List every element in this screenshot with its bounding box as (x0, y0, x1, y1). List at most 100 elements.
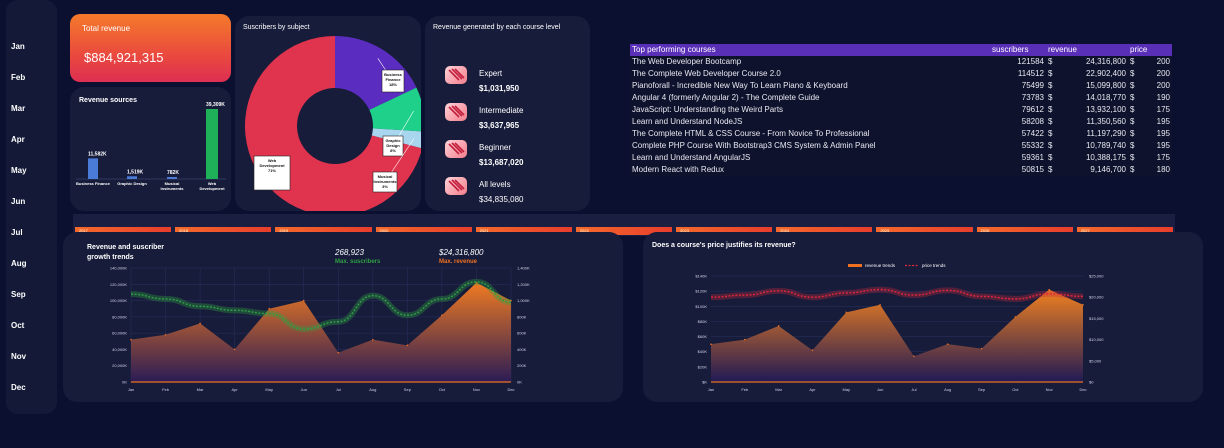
month-jan[interactable]: Jan (11, 42, 25, 51)
x-axis-tick: Jun (877, 387, 883, 392)
left-axis-tick: $100K (695, 304, 707, 309)
x-axis-tick: May (842, 387, 850, 392)
left-axis-tick: 40,000K (112, 347, 127, 352)
chevron-stripes-icon (448, 142, 465, 155)
currency-symbol: $ (1128, 56, 1143, 68)
month-dec[interactable]: Dec (11, 383, 26, 392)
level-icon (445, 66, 467, 84)
revenue-point (1014, 316, 1017, 318)
course-name: Learn and Understand NodeJS (630, 116, 990, 128)
course-price: 180 (1142, 164, 1172, 176)
left-axis-tick: 80,000K (112, 314, 127, 319)
legend-revenue-label: revenue trends (865, 263, 896, 268)
revenue-area[interactable] (711, 289, 1083, 382)
month-jul[interactable]: Jul (11, 228, 23, 237)
month-nov[interactable]: Nov (11, 352, 26, 361)
x-axis-tick: Jul (336, 387, 341, 392)
course-suscribers: 79612 (990, 104, 1046, 116)
legend-revenue-swatch (848, 264, 862, 267)
table-row[interactable]: The Complete HTML & CSS Course - From No… (630, 128, 1172, 140)
callout-text: 18% (389, 82, 397, 87)
course-name: Angular 4 (formerly Angular 2) - The Com… (630, 92, 990, 104)
course-revenue: 14,018,770 (1059, 92, 1128, 104)
currency-symbol: $ (1128, 104, 1143, 116)
max-suscribers-value: 268,923 (334, 248, 364, 257)
left-axis-tick: $140K (695, 274, 707, 279)
month-mar[interactable]: Mar (11, 104, 25, 113)
x-axis-tick: Mar (197, 387, 205, 392)
bar-business-finance[interactable] (88, 158, 98, 179)
table-row[interactable]: Pianoforall - Incredible New Way To Lear… (630, 80, 1172, 92)
course-suscribers: 59361 (990, 152, 1046, 164)
table-row[interactable]: Complete PHP Course With Bootstrap3 CMS … (630, 140, 1172, 152)
revenue-point (710, 343, 712, 345)
month-jun[interactable]: Jun (11, 197, 25, 206)
course-suscribers: 55332 (990, 140, 1046, 152)
bar-graphic-design[interactable] (127, 176, 137, 179)
course-name: Pianoforall - Incredible New Way To Lear… (630, 80, 990, 92)
month-sep[interactable]: Sep (11, 290, 26, 299)
table-row[interactable]: Angular 4 (formerly Angular 2) - The Com… (630, 92, 1172, 104)
header-suscribers: suscribers (990, 44, 1046, 56)
bar-musical-instruments[interactable] (167, 177, 177, 179)
table-row[interactable]: Learn and Understand NodeJS 58208 $11,350,… (630, 116, 1172, 128)
x-axis-tick: Jun (301, 387, 307, 392)
revenue-point (845, 311, 848, 314)
course-name: The Complete HTML & CSS Course - From No… (630, 128, 990, 140)
table-row[interactable]: Learn and Understand AngularJS 59361 $10,3… (630, 152, 1172, 164)
chevron-stripes-icon (448, 105, 465, 118)
x-axis-tick: Mar (775, 387, 783, 392)
month-apr[interactable]: Apr (11, 135, 25, 144)
table-row[interactable]: Modern React with Redux 50815 $9,146,700 $1… (630, 164, 1172, 176)
level-icon (445, 103, 467, 121)
x-axis-tick: Apr (809, 387, 816, 392)
x-axis-tick: Dec (507, 387, 514, 392)
growth-chart-title: Revenue and suscriber (87, 244, 164, 251)
right-axis-tick: 800K (517, 314, 527, 319)
left-axis-tick: 0K (122, 380, 127, 385)
course-revenue: 24,316,800 (1059, 56, 1128, 68)
month-oct[interactable]: Oct (11, 321, 24, 330)
level-revenue: $13,687,020 (479, 158, 524, 167)
course-name: JavaScript: Understanding the Weird Part… (630, 104, 990, 116)
table-row[interactable]: The Web Developer Bootcamp 121584 $24,316,… (630, 56, 1172, 68)
course-price: 190 (1142, 92, 1172, 104)
month-feb[interactable]: Feb (11, 73, 25, 82)
currency-symbol: $ (1128, 68, 1143, 80)
currency-symbol: $ (1046, 164, 1060, 176)
header-price: price (1128, 44, 1172, 56)
course-levels-card: Revenue generated by each course level E… (425, 16, 590, 211)
revenue-point (199, 322, 201, 325)
month-aug[interactable]: Aug (11, 259, 27, 268)
header-revenue: revenue (1046, 44, 1128, 56)
bar-web-development[interactable] (206, 109, 218, 179)
month-may[interactable]: May (11, 166, 27, 175)
left-axis-tick: $120K (695, 289, 707, 294)
currency-symbol: $ (1046, 92, 1060, 104)
course-price: 195 (1142, 116, 1172, 128)
level-name: Intermediate (479, 106, 524, 115)
revenue-point (268, 307, 270, 310)
subscribers-card: Suscribers by subject Business Finance 18%… (235, 16, 421, 211)
course-revenue: 15,099,800 (1059, 80, 1128, 92)
currency-symbol: $ (1046, 80, 1060, 92)
level-name: Expert (479, 69, 503, 78)
header-course: Top performing courses (630, 44, 990, 56)
max-revenue-value: $24,316,800 (438, 248, 484, 257)
level-icon (445, 177, 467, 195)
right-axis-tick: $15,000 (1089, 316, 1104, 321)
x-axis-tick: Oct (1012, 387, 1019, 392)
course-suscribers: 114512 (990, 68, 1046, 80)
x-axis-tick: Sep (404, 387, 412, 392)
course-name: Modern React with Redux (630, 164, 990, 176)
right-axis-tick: 1,200K (517, 282, 530, 287)
right-axis-tick: $5,000 (1089, 358, 1102, 363)
revenue-point (372, 338, 374, 341)
total-revenue-value: $884,921,315 (84, 50, 164, 65)
table-row[interactable]: The Complete Web Developer Course 2.0 114… (630, 68, 1172, 80)
table-row[interactable]: JavaScript: Understanding the Weird Part… (630, 104, 1172, 116)
level-revenue: $34,835,080 (479, 195, 524, 204)
right-axis-tick: 1,400K (517, 266, 530, 271)
course-suscribers: 57422 (990, 128, 1046, 140)
right-axis-tick: 1,000K (517, 298, 530, 303)
